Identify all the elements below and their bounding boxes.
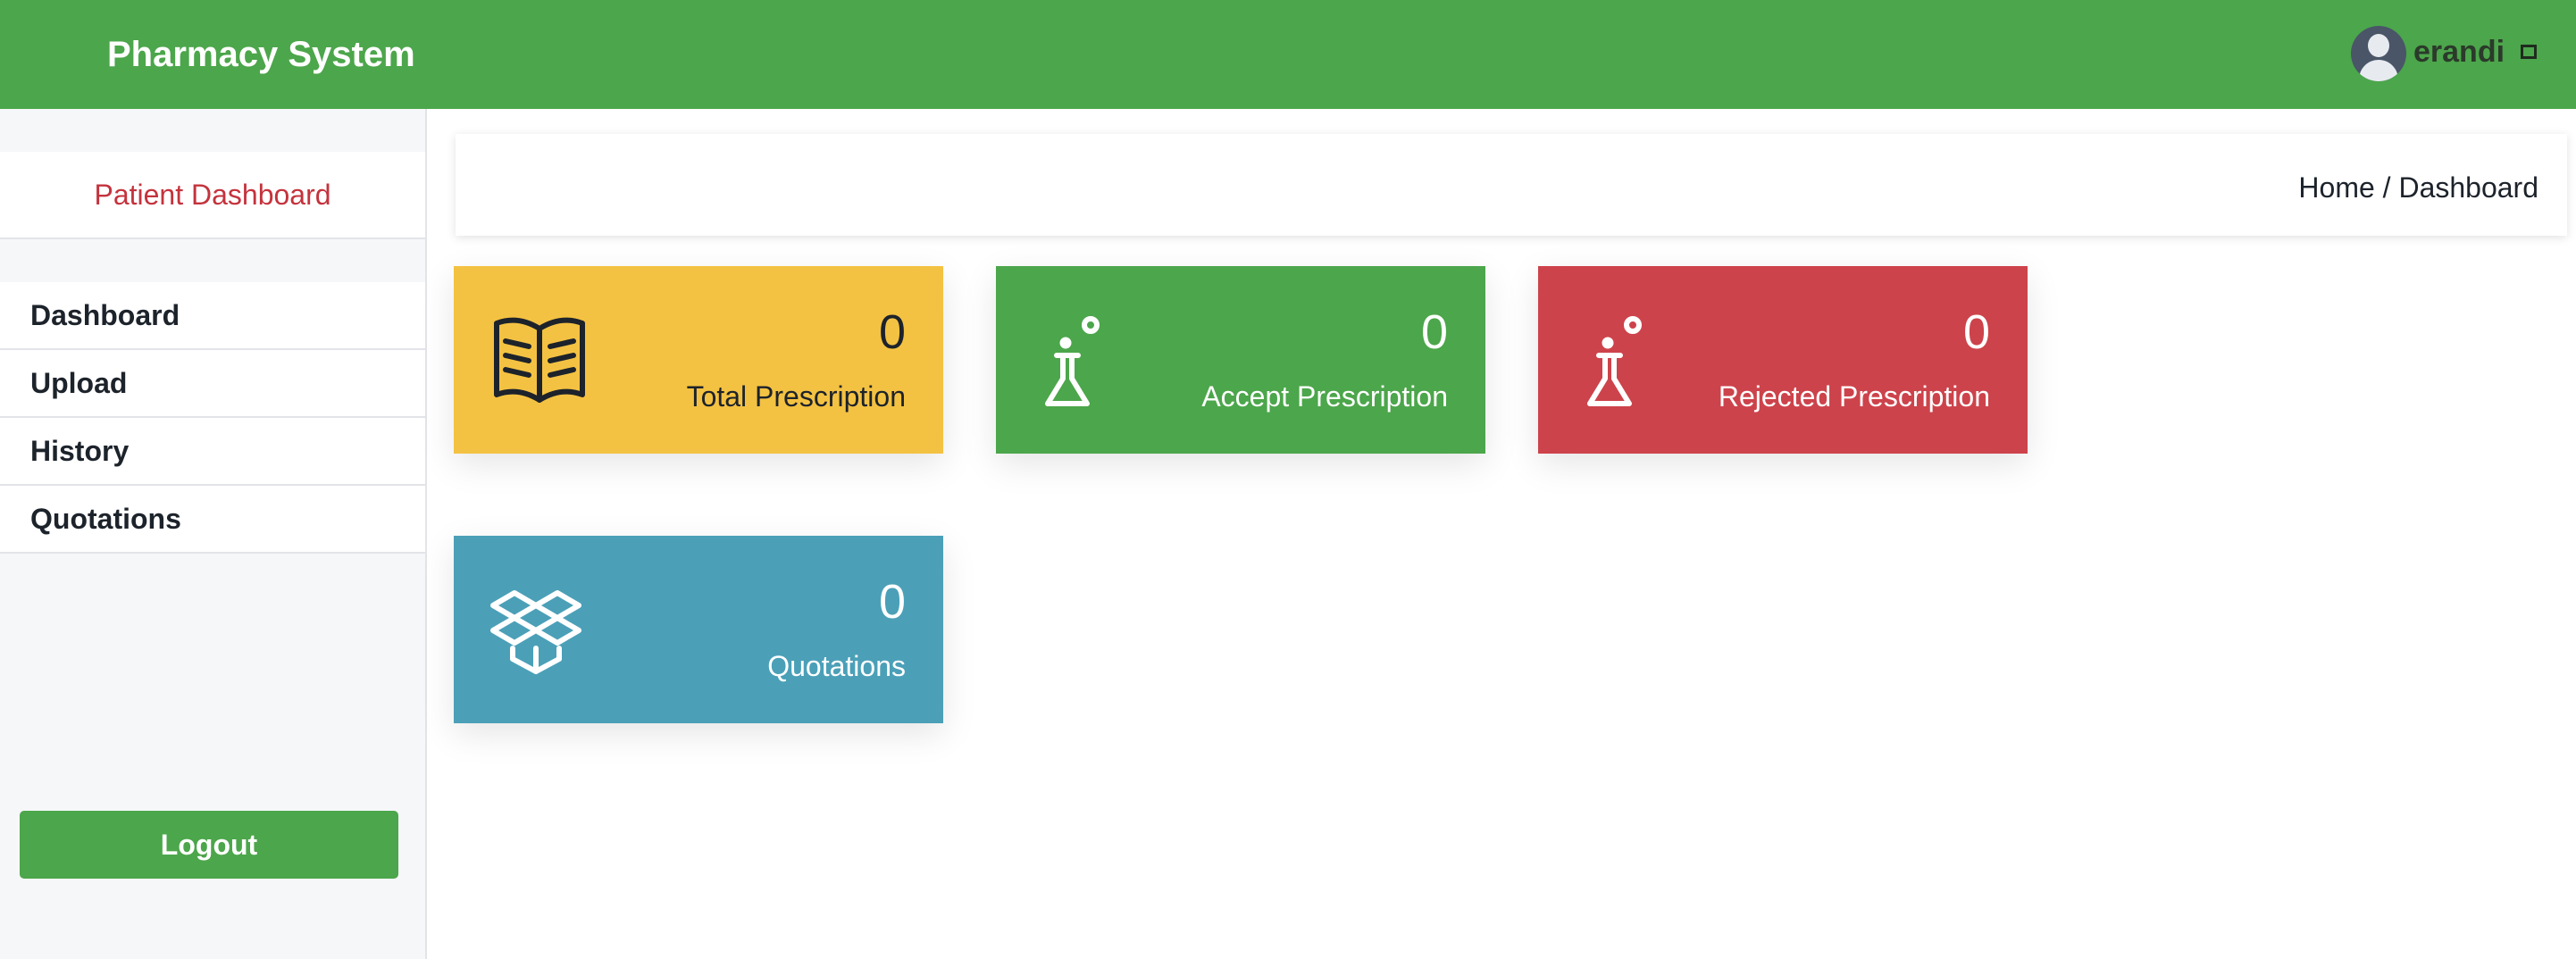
breadcrumb-home-link[interactable]: Home — [2298, 171, 2374, 204]
card-count: 0 — [1962, 305, 1990, 359]
quotations-card[interactable]: 0 Quotations — [454, 536, 943, 723]
breadcrumb: Home / Dashboard — [2298, 170, 2538, 205]
card-count: 0 — [878, 575, 906, 629]
flask-icon — [1587, 316, 1642, 406]
sidebar-item-upload[interactable]: Upload — [0, 350, 425, 418]
card-label: Total Prescription — [686, 380, 906, 413]
app-title[interactable]: Pharmacy System — [107, 32, 415, 77]
dropbox-icon — [490, 590, 581, 674]
breadcrumb-current: Dashboard — [2398, 171, 2538, 204]
total-prescription-card[interactable]: 0 Total Prescription — [454, 266, 943, 454]
top-navbar: Pharmacy System erandi — [0, 0, 2576, 109]
avatar-shoulders — [2359, 60, 2398, 81]
sidebar: Patient Dashboard Dashboard Upload Histo… — [0, 109, 427, 959]
square-toggle-icon[interactable] — [2521, 45, 2537, 59]
user-avatar-icon[interactable] — [2351, 26, 2406, 81]
card-label: Quotations — [767, 650, 906, 682]
logout-button[interactable]: Logout — [20, 811, 398, 879]
card-count: 0 — [878, 305, 906, 359]
flask-icon — [1045, 316, 1100, 406]
avatar-head — [2368, 34, 2389, 57]
user-name[interactable]: erandi — [2413, 32, 2505, 71]
sidebar-title: Patient Dashboard — [0, 152, 425, 239]
sidebar-item-quotations[interactable]: Quotations — [0, 486, 425, 554]
book-icon — [494, 317, 585, 403]
breadcrumb-separator: / — [2374, 171, 2399, 204]
accept-prescription-card[interactable]: 0 Accept Prescription — [996, 266, 1485, 454]
rejected-prescription-card[interactable]: 0 Rejected Prescription — [1538, 266, 2028, 454]
breadcrumb-bar: Home / Dashboard — [456, 134, 2567, 236]
card-label: Rejected Prescription — [1718, 380, 1990, 413]
card-label: Accept Prescription — [1201, 380, 1448, 413]
sidebar-item-dashboard[interactable]: Dashboard — [0, 282, 425, 350]
sidebar-item-history[interactable]: History — [0, 418, 425, 486]
card-count: 0 — [1420, 305, 1448, 359]
sidebar-nav: Dashboard Upload History Quotations — [0, 282, 425, 554]
